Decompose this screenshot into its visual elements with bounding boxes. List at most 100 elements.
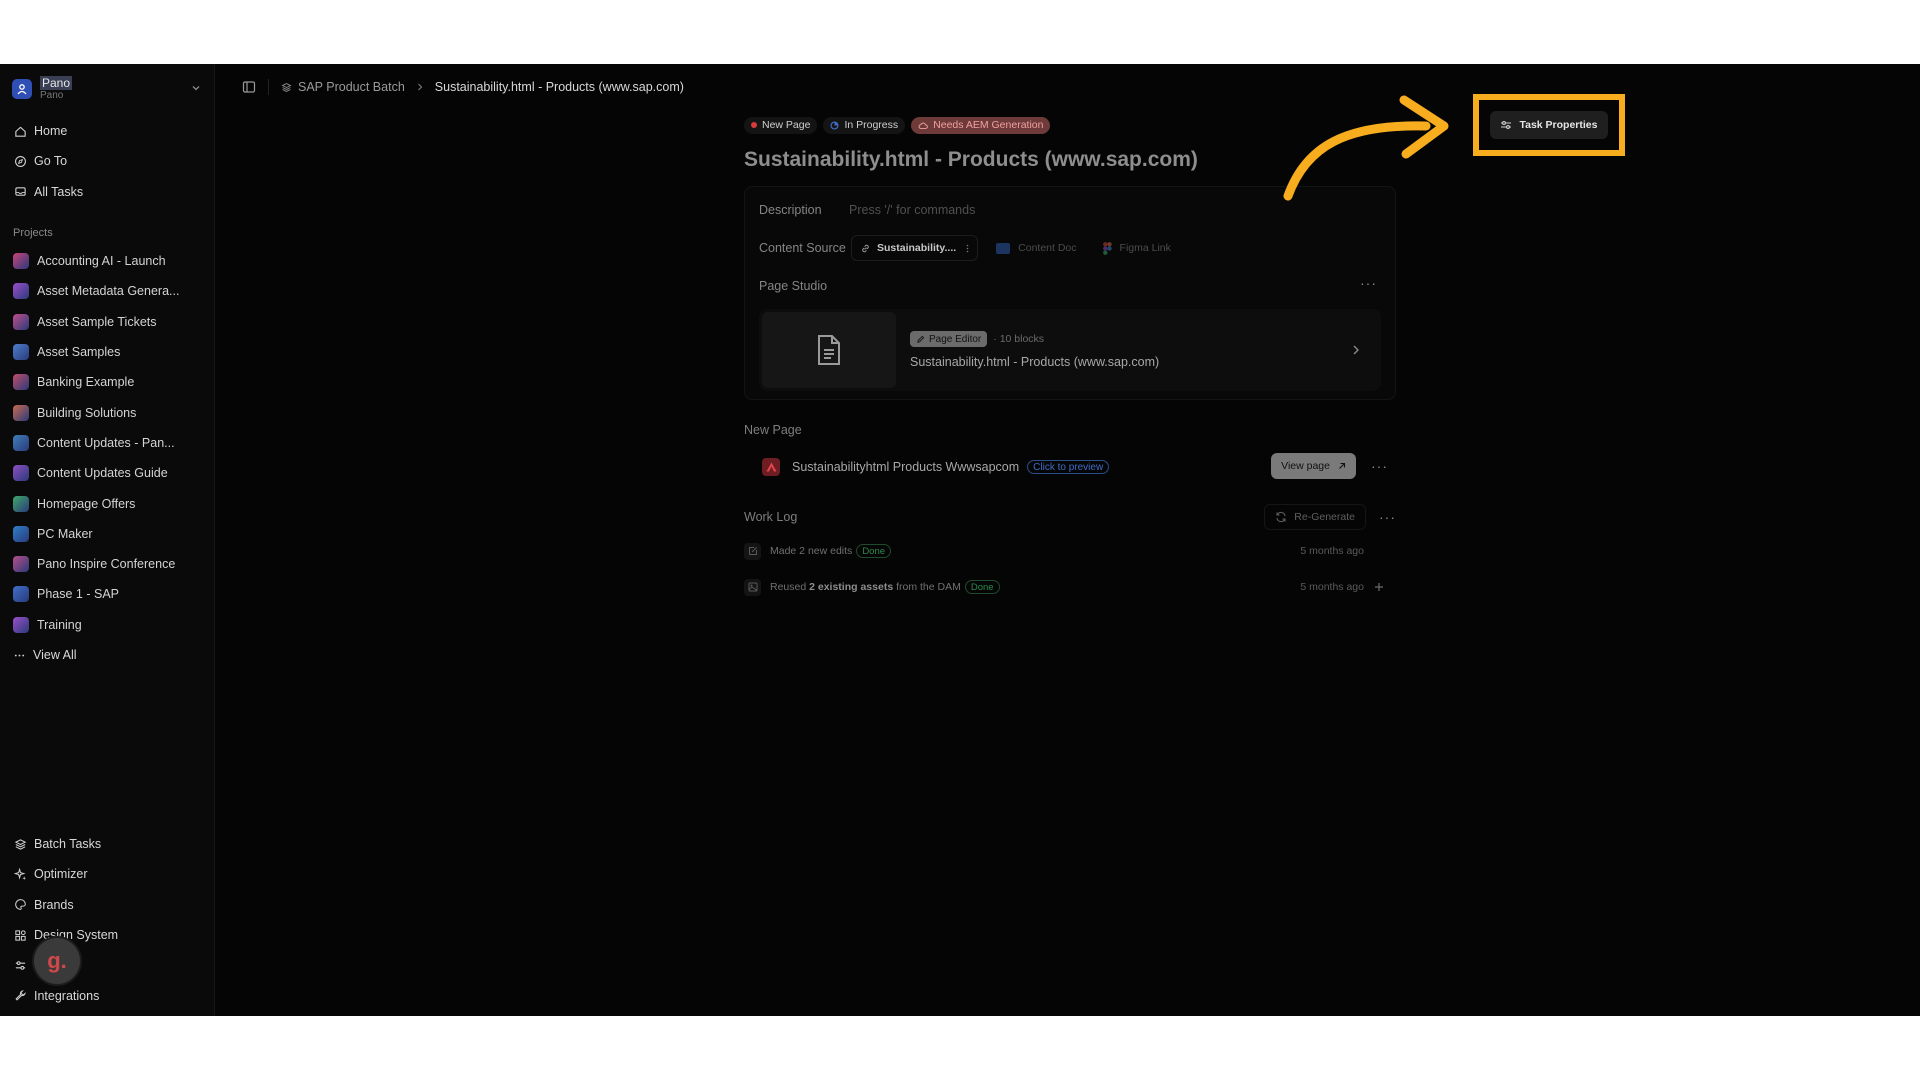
project-color-icon: [13, 404, 29, 421]
project-item[interactable]: PC Maker: [0, 519, 215, 549]
nav-brands[interactable]: Brands: [0, 890, 215, 920]
workspace-subname: Pano: [40, 90, 64, 101]
project-item[interactable]: Building Solutions: [0, 397, 215, 427]
figma-link-chip[interactable]: Figma Link: [1095, 235, 1179, 261]
adobe-logo-icon: [766, 462, 776, 472]
project-label: Training: [37, 617, 82, 632]
topbar-divider: [268, 79, 269, 95]
needs-aem-badge[interactable]: Needs AEM Generation: [911, 116, 1051, 134]
content-source-chip[interactable]: Sustainability....: [851, 235, 979, 261]
link-icon: [862, 244, 869, 252]
work-log-more-icon[interactable]: ···: [1379, 509, 1396, 525]
status-badge: Done: [856, 544, 892, 558]
project-item[interactable]: Homepage Offers: [0, 488, 215, 518]
work-log-entry: Made 2 new edits Done 5 months ago: [744, 533, 1396, 569]
project-color-icon: [13, 374, 29, 391]
project-label: Asset Sample Tickets: [37, 314, 157, 329]
annotation-arrow-icon: [1283, 95, 1449, 201]
content-doc-chip[interactable]: Content Doc: [988, 235, 1084, 261]
project-item[interactable]: Pano Inspire Conference: [0, 549, 215, 579]
figma-link-label: Figma Link: [1119, 242, 1171, 254]
project-item[interactable]: Accounting AI - Launch: [0, 246, 215, 276]
breadcrumb: SAP Product Batch Sustainability.html - …: [281, 80, 684, 94]
project-color-icon: [13, 586, 29, 603]
nav-all-tasks[interactable]: All Tasks: [0, 177, 215, 207]
compass-icon: [15, 155, 26, 167]
project-color-icon: [13, 283, 29, 300]
view-all-projects[interactable]: View All: [0, 640, 215, 670]
in-progress-badge-label: In Progress: [844, 119, 899, 131]
nav-optimizer[interactable]: Optimizer: [0, 859, 215, 889]
projects-list: Accounting AI - Launch Asset Metadata Ge…: [0, 246, 215, 670]
nav-optimizer-label: Optimizer: [34, 867, 88, 882]
content-source-label: Content Source: [759, 241, 846, 255]
project-item[interactable]: Training: [0, 610, 215, 640]
new-page-title: Sustainabilityhtml Products Wwwsapcom: [792, 460, 1020, 474]
nav-go-to-label: Go To: [34, 154, 68, 169]
workspace-name: Pano: [40, 76, 73, 90]
nav-integrations-label: Integrations: [34, 988, 100, 1003]
cloud-icon: [918, 122, 928, 129]
nav-go-to[interactable]: Go To: [0, 146, 215, 176]
project-color-icon: [13, 556, 29, 573]
nav-batch-tasks-label: Batch Tasks: [34, 837, 102, 852]
plus-icon[interactable]: [1374, 582, 1384, 592]
preview-link[interactable]: Click to preview: [1027, 460, 1110, 474]
new-page-row[interactable]: Sustainabilityhtml Products Wwwsapcom Cl…: [744, 449, 1396, 485]
more-horizontal-icon: [14, 654, 25, 656]
task-properties-button[interactable]: Task Properties: [1490, 111, 1608, 139]
project-label: Phase 1 - SAP: [37, 587, 119, 602]
nav-settings[interactable]: [0, 950, 215, 980]
user-avatar[interactable]: g.: [34, 938, 80, 984]
page-studio-label: Page Studio: [759, 279, 828, 293]
view-all-label: View All: [33, 648, 77, 662]
new-page-section-label: New Page: [744, 423, 802, 437]
external-link-icon: [1339, 462, 1346, 469]
more-vertical-icon[interactable]: [966, 244, 969, 253]
regenerate-label: Re-Generate: [1294, 511, 1355, 523]
topbar: SAP Product Batch Sustainability.html - …: [216, 64, 1920, 110]
project-label: Banking Example: [37, 375, 135, 390]
page-studio-card[interactable]: Page Editor · 10 blocks Sustainability.h…: [759, 309, 1381, 391]
project-item[interactable]: Asset Metadata Genera...: [0, 276, 215, 306]
sidebar-toggle-icon[interactable]: [242, 80, 256, 94]
project-item[interactable]: Banking Example: [0, 367, 215, 397]
content-source-chip-label: Sustainability....: [877, 242, 957, 254]
description-input[interactable]: Press '/' for commands: [849, 203, 975, 217]
nav-design-system[interactable]: Design System: [0, 920, 215, 950]
nav-home[interactable]: Home: [0, 116, 215, 146]
inbox-icon: [15, 187, 26, 197]
project-item[interactable]: Phase 1 - SAP: [0, 579, 215, 609]
description-label: Description: [759, 203, 822, 217]
sliders-icon: [15, 961, 26, 970]
view-page-button[interactable]: View page: [1271, 453, 1356, 479]
breadcrumb-current: Sustainability.html - Products (www.sap.…: [434, 80, 684, 94]
workspace-logo-icon: [17, 84, 27, 95]
nav-integrations[interactable]: Integrations: [0, 980, 215, 1010]
image-icon: [744, 578, 761, 596]
chevron-down-icon[interactable]: [190, 82, 202, 94]
project-color-icon: [13, 525, 29, 542]
new-page-more-icon[interactable]: ···: [1371, 458, 1388, 474]
project-label: Asset Samples: [37, 345, 121, 360]
breadcrumb-parent[interactable]: SAP Product Batch: [298, 80, 405, 94]
nav-batch-tasks[interactable]: Batch Tasks: [0, 829, 215, 859]
work-log-time: 5 months ago: [1300, 581, 1364, 593]
chevron-right-icon[interactable]: [1351, 344, 1361, 356]
nav-home-label: Home: [34, 124, 68, 139]
work-log-entry-text: Reused 2 existing assets from the DAM: [770, 581, 961, 593]
project-label: Content Updates - Pan...: [37, 435, 175, 450]
regenerate-button[interactable]: Re-Generate: [1264, 504, 1366, 530]
project-item[interactable]: Content Updates Guide: [0, 458, 215, 488]
workspace-switcher[interactable]: Pano Pano: [12, 74, 202, 104]
work-log-entry-text: Made 2 new edits: [770, 545, 852, 557]
new-page-badge[interactable]: New Page: [744, 116, 818, 134]
in-progress-badge[interactable]: In Progress: [823, 116, 906, 134]
project-color-icon: [13, 465, 29, 482]
project-color-icon: [13, 253, 29, 270]
project-item[interactable]: Asset Samples: [0, 337, 215, 367]
project-item[interactable]: Content Updates - Pan...: [0, 428, 215, 458]
project-color-icon: [13, 313, 29, 330]
page-studio-more-icon[interactable]: ···: [1360, 275, 1377, 291]
project-item[interactable]: Asset Sample Tickets: [0, 307, 215, 337]
